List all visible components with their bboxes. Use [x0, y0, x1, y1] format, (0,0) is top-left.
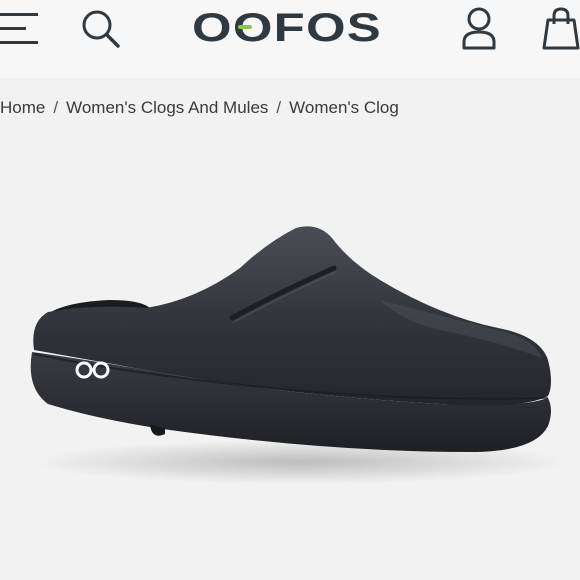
- breadcrumb-separator: /: [276, 98, 282, 117]
- breadcrumb-womens-clogs-and-mules[interactable]: Women's Clogs And Mules: [66, 98, 268, 118]
- shopping-bag-icon[interactable]: [542, 6, 580, 50]
- hamburger-menu-icon[interactable]: [0, 10, 42, 46]
- breadcrumb-separator: /: [53, 98, 59, 117]
- oofos-logo[interactable]: OOFOS: [192, 6, 386, 46]
- breadcrumb: Home / Women's Clogs And Mules / Women's…: [0, 97, 399, 119]
- breadcrumb-womens-clog[interactable]: Women's Clog: [289, 98, 399, 118]
- product-image[interactable]: [0, 200, 580, 490]
- search-icon[interactable]: [80, 8, 122, 50]
- site-header: OOFOS: [0, 0, 580, 78]
- logo-accent-bar: [238, 25, 252, 29]
- breadcrumb-home[interactable]: Home: [0, 98, 45, 118]
- logo-wordmark: OOFOS: [192, 6, 382, 46]
- account-icon[interactable]: [460, 6, 498, 50]
